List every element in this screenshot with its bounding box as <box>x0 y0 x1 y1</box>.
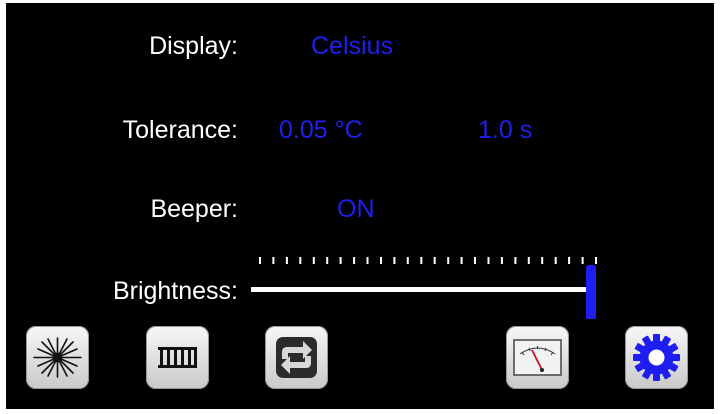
cycle-button[interactable] <box>265 326 328 389</box>
brightness-tick <box>393 257 396 264</box>
display-label: Display: <box>149 32 238 60</box>
heater-grid-icon <box>158 347 197 368</box>
brightness-tick <box>272 257 275 264</box>
device-screen: Display: Celsius Tolerance: 0.05 °C 1.0 … <box>6 3 714 409</box>
brightness-tick <box>433 257 436 264</box>
brightness-tick <box>285 257 288 264</box>
brightness-tick <box>406 257 409 264</box>
brightness-tick <box>514 257 517 264</box>
brightness-tick <box>460 257 463 264</box>
gear-icon <box>633 334 680 381</box>
heater-button[interactable] <box>146 326 209 389</box>
laser-burst-icon <box>33 337 82 378</box>
brightness-tick <box>380 257 382 264</box>
brightness-tick <box>474 257 476 264</box>
brightness-slider-handle[interactable] <box>586 265 596 319</box>
brightness-tick <box>339 257 342 264</box>
brightness-tick <box>581 257 584 264</box>
settings-button[interactable] <box>625 326 688 389</box>
brightness-tick <box>447 257 450 264</box>
beeper-label: Beeper: <box>150 195 238 223</box>
meter-button[interactable] <box>506 326 569 389</box>
brightness-tick <box>259 257 261 264</box>
tolerance-temperature-value[interactable]: 0.05 °C <box>279 115 363 145</box>
brightness-tick <box>554 257 557 264</box>
laser-button[interactable] <box>26 326 89 389</box>
cycle-arrows-icon <box>276 337 317 378</box>
brightness-ticks <box>259 257 597 264</box>
brightness-tick <box>326 257 329 264</box>
brightness-tick <box>312 257 315 264</box>
brightness-label: Brightness: <box>112 277 238 305</box>
brightness-tick <box>541 257 544 264</box>
tolerance-label: Tolerance: <box>122 116 238 144</box>
analog-meter-icon <box>513 339 562 376</box>
brightness-tick <box>420 257 423 264</box>
brightness-tick <box>487 257 490 264</box>
tolerance-time-value[interactable]: 1.0 s <box>478 115 532 145</box>
brightness-tick <box>299 257 302 264</box>
brightness-tick <box>353 257 356 264</box>
brightness-tick <box>500 257 503 264</box>
brightness-tick <box>568 257 571 264</box>
brightness-tick <box>366 257 369 264</box>
brightness-tick <box>527 257 530 264</box>
display-value[interactable]: Celsius <box>311 31 393 61</box>
brightness-slider-track[interactable] <box>251 287 591 292</box>
beeper-value[interactable]: ON <box>337 194 375 224</box>
brightness-tick <box>595 257 597 264</box>
